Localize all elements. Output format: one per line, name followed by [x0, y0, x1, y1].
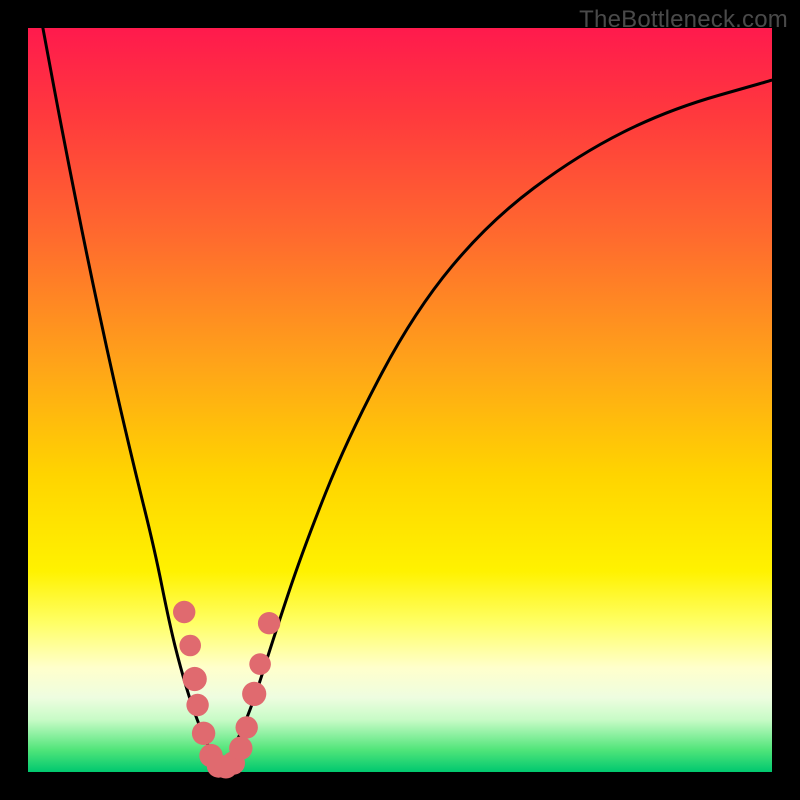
watermark-text: TheBottleneck.com [579, 6, 788, 34]
highlight-dot [258, 612, 280, 634]
plot-area [28, 28, 772, 772]
highlight-dot [179, 635, 201, 657]
highlight-dot [192, 722, 215, 745]
left-branch-line [43, 28, 222, 768]
highlight-dot [236, 716, 258, 738]
curve-group [43, 28, 772, 768]
chart-svg [28, 28, 772, 772]
highlight-dot [186, 694, 208, 716]
marker-group [173, 601, 280, 779]
highlight-dot [183, 667, 207, 691]
highlight-dot [249, 653, 271, 675]
outer-frame: TheBottleneck.com [0, 0, 800, 800]
highlight-dot [229, 737, 252, 760]
right-branch-line [221, 80, 772, 768]
highlight-dot [173, 601, 195, 623]
highlight-dot [242, 682, 266, 706]
